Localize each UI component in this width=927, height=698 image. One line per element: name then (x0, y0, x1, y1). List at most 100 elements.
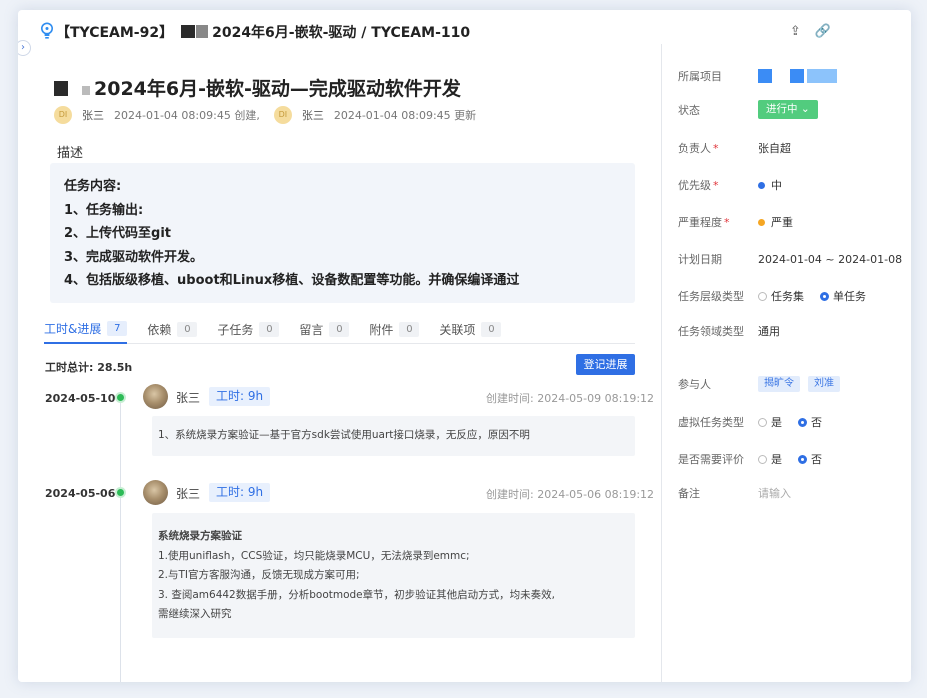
redacted-block (775, 69, 787, 83)
chevron-down-icon: ⌄ (800, 103, 810, 115)
tab-label: 关联项 (439, 322, 476, 337)
share-icon[interactable]: ⇪ (790, 24, 801, 39)
task-meta: DI 张三 2024-01-04 08:09:45 创建, DI 张三 2024… (54, 106, 476, 124)
participant-tag[interactable]: 刘准 (808, 376, 840, 392)
entry-date: 2024-05-06 (45, 487, 116, 500)
field-label: 任务层级类型 (678, 290, 744, 303)
radio-icon (798, 454, 807, 464)
radio-review-no[interactable]: 否 (798, 451, 822, 467)
description-line: 3、完成驱动软件开发。 (64, 249, 204, 265)
redacted-block (758, 69, 772, 83)
field-label: 虚拟任务类型 (678, 416, 744, 429)
participant-tag[interactable]: 揭旷令 (758, 376, 800, 392)
priority-value[interactable]: 中 (758, 177, 782, 193)
radio-task-set[interactable]: 任务集 (758, 288, 804, 304)
field-label: 负责人 * (678, 142, 719, 155)
radio-virtual-no[interactable]: 否 (798, 414, 822, 430)
tab-label: 留言 (299, 322, 324, 337)
radio-icon (758, 417, 767, 427)
entry-content[interactable]: 1、系统烧录方案验证—基于官方sdk尝试使用uart接口烧录，无反应，原因不明 (152, 416, 635, 456)
field-plan-date: 计划日期 2024-01-04 ~ 2024-01-08 (678, 251, 911, 267)
field-participants: 参与人 揭旷令 刘准 (678, 376, 911, 392)
panel-divider (661, 44, 662, 682)
entry-line: 2.与TI官方客服沟通，反馈无现成方案可用; (158, 569, 360, 581)
status-dropdown[interactable]: 进行中 ⌄ (758, 100, 818, 119)
field-need-review: 是否需要评价 是 否 (678, 451, 911, 467)
owner-value[interactable]: 张自超 (758, 140, 791, 156)
redacted-block (181, 25, 196, 38)
domain-value[interactable]: 通用 (758, 323, 780, 339)
timeline-dot (115, 392, 126, 403)
field-label: 备注 (678, 487, 700, 500)
radio-single-task[interactable]: 单任务 (820, 288, 866, 304)
tab-worklog[interactable]: 工时&进展 7 (44, 314, 128, 344)
link-icon[interactable]: 🔗 (815, 24, 831, 39)
page-title: 2024年6月-嵌软-驱动—完成驱动软件开发 (54, 74, 461, 101)
remark-input[interactable]: 请输入 (758, 485, 791, 501)
plan-date-value[interactable]: 2024-01-04 ~ 2024-01-08 (758, 253, 902, 266)
creator-name: 张三 (82, 109, 104, 122)
field-label: 参与人 (678, 378, 711, 391)
task-detail-window: 【TYCEAM-92】 2024年6月-嵌软-驱动 / TYCEAM-110 ⇪ … (18, 10, 911, 682)
field-label: 是否需要评价 (678, 453, 744, 466)
field-label: 优先级 * (678, 179, 719, 192)
field-severity: 严重程度 * 严重 (678, 214, 911, 230)
created-time: 2024-01-04 08:09:45 创建, (114, 109, 260, 122)
entry-author: 张三 (176, 391, 201, 405)
description-line: 任务内容: (64, 179, 122, 194)
description-line: 1、任务输出: (64, 202, 144, 218)
header-bar: 【TYCEAM-92】 2024年6月-嵌软-驱动 / TYCEAM-110 ⇪ … (18, 10, 911, 54)
redacted-block (82, 86, 90, 95)
tab-count: 7 (107, 320, 128, 336)
entry-line: 1.使用uniflash，CCS验证，均只能烧录MCU，无法烧录到emmc; (158, 549, 470, 562)
radio-review-yes[interactable]: 是 (758, 451, 782, 467)
description-line: 2、上传代码至git (64, 226, 172, 241)
tab-count: 0 (329, 321, 350, 337)
field-remark: 备注 请输入 (678, 485, 911, 501)
register-progress-button[interactable]: 登记进展 (576, 354, 635, 375)
field-owner: 负责人 * 张自超 (678, 140, 911, 156)
updater-name: 张三 (301, 109, 324, 122)
description-line: 4、包括版级移植、uboot和Linux移植、设备数配置等功能。并确保编译通过 (64, 273, 520, 288)
project-value[interactable] (758, 69, 840, 83)
description-content[interactable]: 任务内容: 1、任务输出: 2、上传代码至git 3、完成驱动软件开发。 4、包… (50, 163, 635, 303)
field-task-domain: 任务领域类型 通用 (678, 323, 911, 339)
field-task-level: 任务层级类型 任务集 单任务 (678, 288, 911, 304)
entry-hours: 工时: 9h (209, 483, 271, 502)
entry-line: 系统烧录方案验证 (158, 530, 242, 542)
redacted-block (807, 69, 837, 83)
tab-label: 依赖 (147, 322, 172, 337)
tab-comments[interactable]: 留言 0 (299, 314, 350, 344)
field-project: 所属项目 (678, 68, 911, 84)
tab-dependency[interactable]: 依赖 0 (147, 314, 198, 344)
field-label: 计划日期 (678, 253, 722, 266)
main-panel: 2024年6月-嵌软-驱动—完成驱动软件开发 DI 张三 2024-01-04 … (18, 54, 661, 682)
field-label: 状态 (678, 103, 700, 117)
field-priority: 优先级 * 中 (678, 177, 911, 193)
task-key[interactable]: 【TYCEAM-92】 (56, 25, 173, 41)
priority-dot (758, 181, 765, 189)
severity-value[interactable]: 严重 (758, 214, 793, 230)
updated-time: 2024-01-04 08:09:45 更新 (333, 109, 477, 122)
breadcrumb: 【TYCEAM-92】 2024年6月-嵌软-驱动 / TYCEAM-110 (56, 22, 470, 42)
tab-bar: 工时&进展 7 依赖 0 子任务 0 留言 0 附件 0 关联项 0 (44, 314, 635, 344)
tab-count: 0 (399, 321, 420, 337)
entry-author: 张三 (176, 487, 201, 501)
task-title: 2024年6月-嵌软-驱动—完成驱动软件开发 (94, 78, 461, 100)
timeline-line (120, 394, 121, 682)
radio-icon (798, 417, 807, 427)
worklog-total: 工时总计: 28.5h (45, 361, 133, 374)
description-label: 描述 (57, 146, 84, 161)
tab-attachments[interactable]: 附件 0 (369, 314, 420, 344)
tab-subtasks[interactable]: 子任务 0 (217, 314, 280, 344)
redacted-block (54, 81, 68, 96)
entry-line: 3. 查阅am6442数据手册，分析bootmode章节，初步验证其他启动方式，… (158, 588, 555, 601)
breadcrumb-path[interactable]: 2024年6月-嵌软-驱动 / TYCEAM-110 (212, 25, 470, 41)
tab-label: 子任务 (217, 322, 254, 337)
entry-date: 2024-05-10 (45, 392, 116, 405)
radio-icon (758, 454, 767, 464)
tab-related[interactable]: 关联项 0 (439, 314, 502, 344)
radio-virtual-yes[interactable]: 是 (758, 414, 782, 430)
avatar: DI (273, 106, 292, 124)
entry-content[interactable]: 系统烧录方案验证 1.使用uniflash，CCS验证，均只能烧录MCU，无法烧… (152, 513, 635, 638)
